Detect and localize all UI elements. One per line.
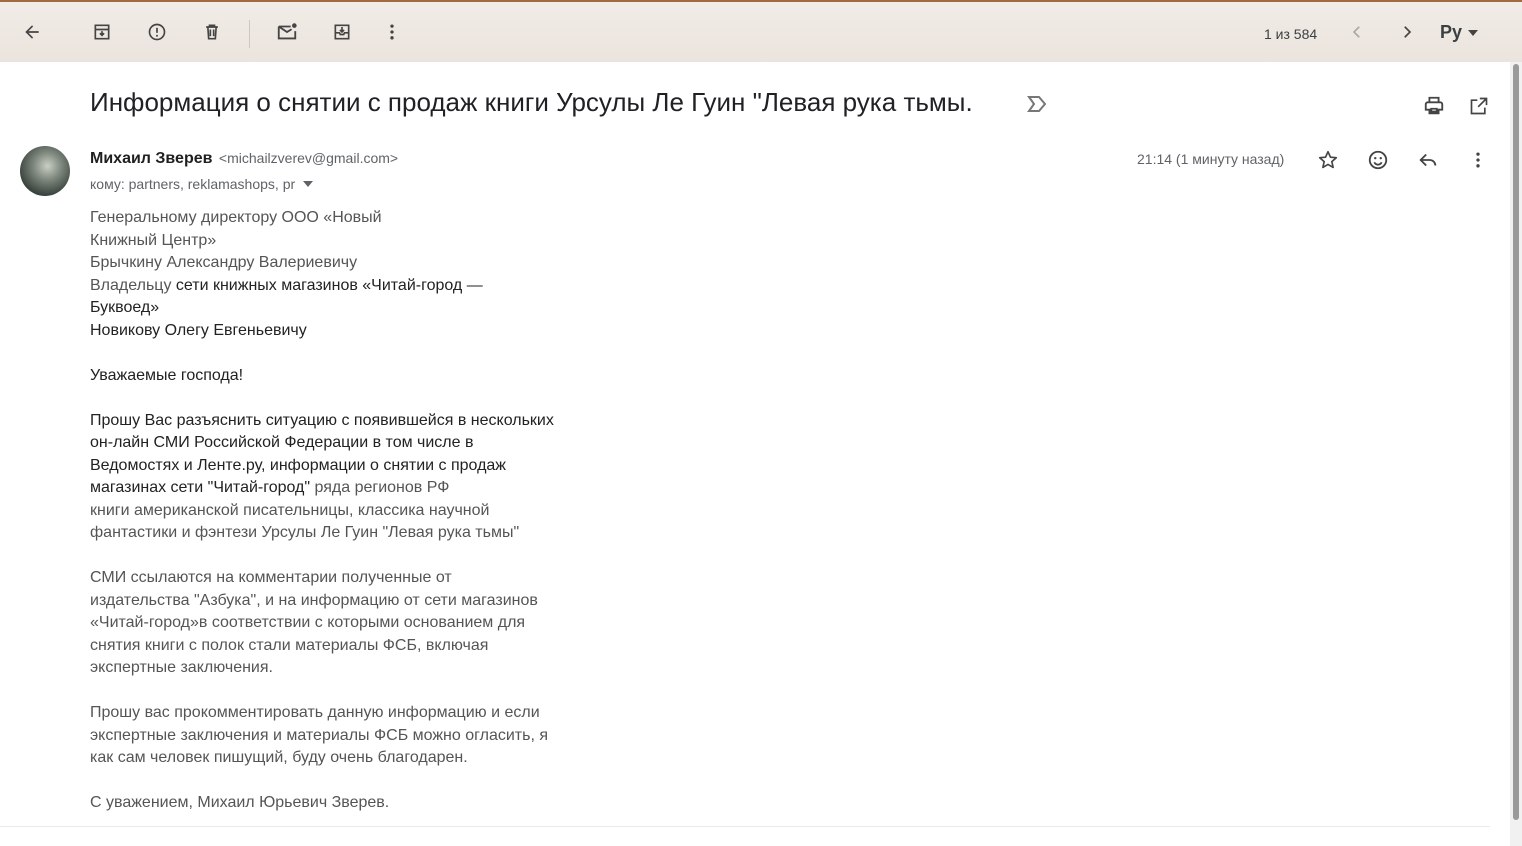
body-line: Прошу Вас разъяснить ситуацию с появивше… xyxy=(90,411,554,429)
sender-name: Михаил Зверев xyxy=(90,150,213,167)
next-chevron-icon[interactable] xyxy=(1387,12,1427,52)
body-line: экспертные заключения. xyxy=(90,659,273,676)
body-line: экспертные заключения и материалы ФСБ мо… xyxy=(90,726,549,744)
star-icon[interactable] xyxy=(1312,144,1344,176)
body-line: фантастики и фэнтези Урсулы Ле Гуин "Лев… xyxy=(90,524,520,541)
body-line: Генеральному директору ООО «Новый xyxy=(90,209,382,226)
body-line: Брычкину Александру Валериевичу xyxy=(90,254,358,271)
toolbar: 1 из 584 Ру xyxy=(0,0,1522,62)
archive-icon[interactable] xyxy=(82,12,122,52)
move-to-icon[interactable] xyxy=(322,12,362,52)
body-line: Книжный Центр» xyxy=(90,231,217,249)
divider xyxy=(0,826,1490,827)
body-text-fragment: ряда регионов РФ xyxy=(310,479,450,496)
label-important-icon[interactable] xyxy=(1026,94,1048,119)
body-line: книги американской писательницы, классик… xyxy=(90,501,490,519)
body-line: он-лайн СМИ Российской Федерации в том ч… xyxy=(90,434,474,451)
scrollbar-thumb[interactable] xyxy=(1513,64,1519,820)
emoji-reaction-icon[interactable] xyxy=(1362,144,1394,176)
body-line: Ведомостях и Ленте.ру, информации о снят… xyxy=(90,456,507,474)
message-counter: 1 из 584 xyxy=(1264,26,1318,42)
body-line: «Читай-город»в соответствии с которыми о… xyxy=(90,614,526,631)
language-label: Ру xyxy=(1440,22,1463,42)
email-timestamp: 21:14 (1 минуту назад) xyxy=(1137,151,1285,167)
mark-unread-icon[interactable] xyxy=(267,12,307,52)
body-line: Прошу вас прокомментировать данную инфор… xyxy=(90,704,540,721)
avatar xyxy=(20,146,70,196)
body-line: Новикову Олегу Евгеньевичу xyxy=(90,321,307,339)
sender-line: Михаил Зверев <michailzverev@gmail.com> xyxy=(90,150,398,168)
sender-email: <michailzverev@gmail.com> xyxy=(218,150,399,166)
email-subject: Информация о снятии с продаж книги Урсул… xyxy=(90,87,973,117)
open-in-new-window-icon[interactable] xyxy=(1463,90,1495,122)
recipients-toggle[interactable]: кому: partners, reklamashops, pr xyxy=(90,176,314,192)
body-text-fragment: Владельцу xyxy=(90,276,176,294)
dropdown-caret-icon xyxy=(1468,29,1479,36)
recipients-label: кому: partners, reklamashops, pr xyxy=(90,176,296,192)
body-line: магазинах сети "Читай-город" ряда регион… xyxy=(90,477,570,500)
body-line: снятия книги с полок стали материалы ФСБ… xyxy=(90,636,489,654)
body-text-fragment: магазинах сети "Читай-город" xyxy=(90,479,311,496)
print-icon[interactable] xyxy=(1418,90,1450,122)
more-vert-icon[interactable] xyxy=(1462,144,1494,176)
body-line: издательства "Азбука", и на информацию о… xyxy=(90,591,538,609)
body-line: Буквоед» xyxy=(90,299,160,316)
back-arrow-icon[interactable] xyxy=(12,12,52,52)
reply-icon[interactable] xyxy=(1412,144,1444,176)
dropdown-caret-icon xyxy=(303,181,314,187)
toolbar-divider xyxy=(249,20,250,48)
body-line: СМИ ссылаются на комментарии полученные … xyxy=(90,569,452,586)
prev-chevron-icon[interactable] xyxy=(1337,12,1377,52)
email-body: Генеральному директору ООО «Новый Книжны… xyxy=(90,207,570,815)
signature: С уважением, Михаил Юрьевич Зверев. xyxy=(90,794,390,811)
more-vert-icon[interactable] xyxy=(372,12,412,52)
body-line: как сам человек пишущий, буду очень благ… xyxy=(90,749,468,766)
greeting: Уважаемые господа! xyxy=(90,366,244,384)
report-spam-icon[interactable] xyxy=(137,12,177,52)
scrollbar[interactable] xyxy=(1510,62,1522,846)
input-language-selector[interactable]: Ру xyxy=(1440,22,1479,43)
body-line: Владельцу сети книжных магазинов «Читай-… xyxy=(90,275,570,298)
body-text-fragment: сети книжных магазинов «Читай-город — xyxy=(175,276,483,294)
delete-icon[interactable] xyxy=(192,12,232,52)
